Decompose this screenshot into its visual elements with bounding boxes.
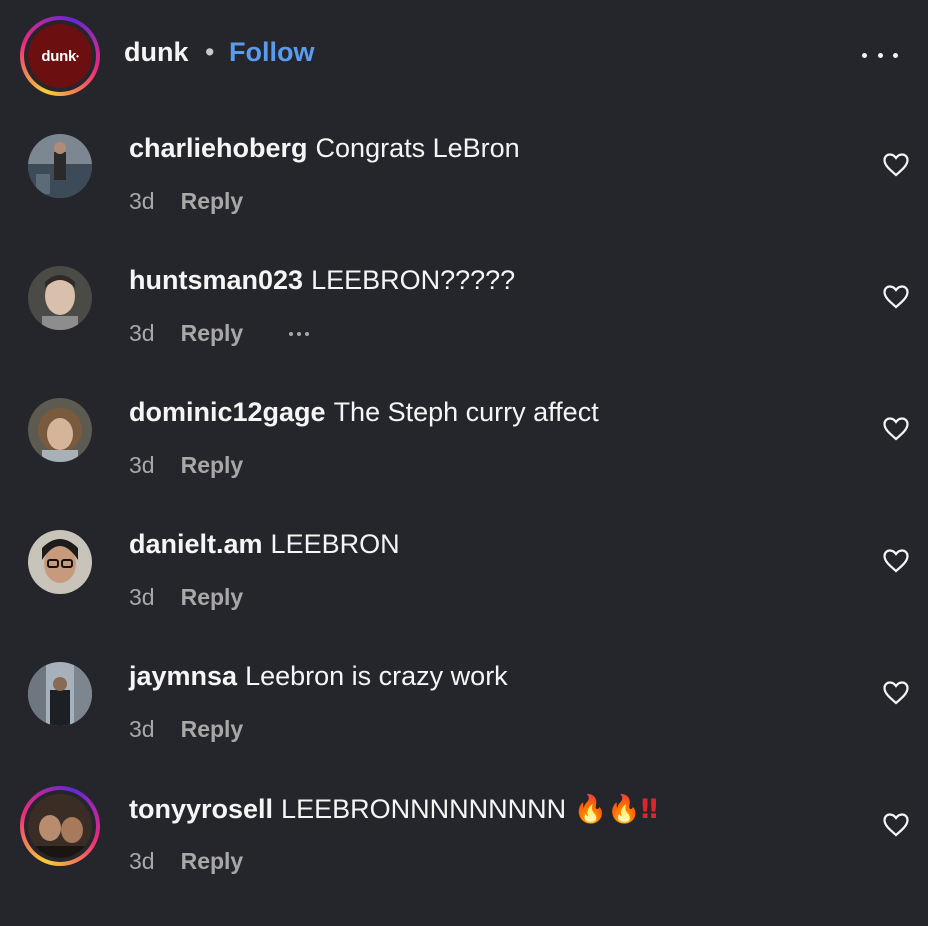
comment-timestamp: 3d (129, 848, 155, 874)
story-ring[interactable]: dunk • (20, 16, 100, 96)
reply-button[interactable]: Reply (181, 584, 244, 611)
follow-button[interactable]: Follow (229, 37, 314, 68)
comment-item: tonyyrosell LEEBRONNNNNNNNN 🔥🔥‼ 3d Reply (0, 786, 928, 926)
comment-username[interactable]: huntsman023 (129, 265, 303, 295)
comment-body: LEEBRONNNNNNNNN (281, 794, 567, 824)
comment-body: LEEBRON (270, 529, 400, 559)
separator-dot: • (205, 37, 215, 67)
double-exclamation-emoji: ‼ (640, 794, 658, 825)
comment-username[interactable]: dominic12gage (129, 397, 326, 427)
comment-timestamp: 3d (129, 320, 155, 346)
fire-emoji: 🔥 (607, 794, 641, 825)
post-header: dunk • dunk • Follow (0, 0, 928, 108)
comment-item: jaymnsa Leebron is crazy work 3d Reply (0, 661, 928, 794)
heart-icon[interactable] (883, 681, 909, 705)
comment-username[interactable]: tonyyrosell (129, 794, 273, 824)
comment-username[interactable]: charliehoberg (129, 133, 308, 163)
reply-button[interactable]: Reply (181, 848, 244, 875)
heart-icon[interactable] (883, 813, 909, 837)
reply-button[interactable]: Reply (181, 716, 244, 743)
comment-username[interactable]: danielt.am (129, 529, 263, 559)
comment-item: dominic12gage The Steph curry affect 3d R… (0, 397, 928, 530)
reply-button[interactable]: Reply (181, 188, 244, 215)
heart-icon[interactable] (883, 549, 909, 573)
avatar (28, 794, 92, 858)
avatar[interactable] (28, 662, 92, 726)
avatar[interactable] (28, 398, 92, 462)
heart-icon[interactable] (883, 417, 909, 441)
comment-item: huntsman023 LEEBRON????? 3d Reply (0, 265, 928, 398)
fire-emoji: 🔥 (573, 794, 608, 825)
comment-body: Congrats LeBron (315, 133, 520, 163)
brand-avatar: dunk • (28, 24, 92, 88)
reply-button[interactable]: Reply (181, 320, 244, 347)
comment-username[interactable]: jaymnsa (129, 661, 237, 691)
story-ring[interactable] (20, 786, 100, 866)
avatar[interactable] (28, 134, 92, 198)
reply-button[interactable]: Reply (181, 452, 244, 479)
brand-logo-text: dunk (41, 47, 77, 65)
avatar[interactable] (28, 530, 92, 594)
comment-body: The Steph curry affect (333, 397, 599, 427)
heart-icon[interactable] (883, 285, 909, 309)
comment-options-icon[interactable] (289, 331, 310, 336)
comment-item: charliehoberg Congrats LeBron 3d Reply (0, 133, 928, 266)
comment-timestamp: 3d (129, 452, 155, 478)
heart-icon[interactable] (883, 153, 909, 177)
comment-timestamp: 3d (129, 716, 155, 742)
comment-item: danielt.am LEEBRON 3d Reply (0, 529, 928, 662)
comment-timestamp: 3d (129, 584, 155, 610)
account-name[interactable]: dunk (124, 37, 189, 68)
avatar[interactable] (28, 266, 92, 330)
comment-body: LEEBRON????? (311, 265, 516, 295)
more-options-icon[interactable] (862, 45, 898, 65)
comment-timestamp: 3d (129, 188, 155, 214)
comment-body: Leebron is crazy work (245, 661, 508, 691)
